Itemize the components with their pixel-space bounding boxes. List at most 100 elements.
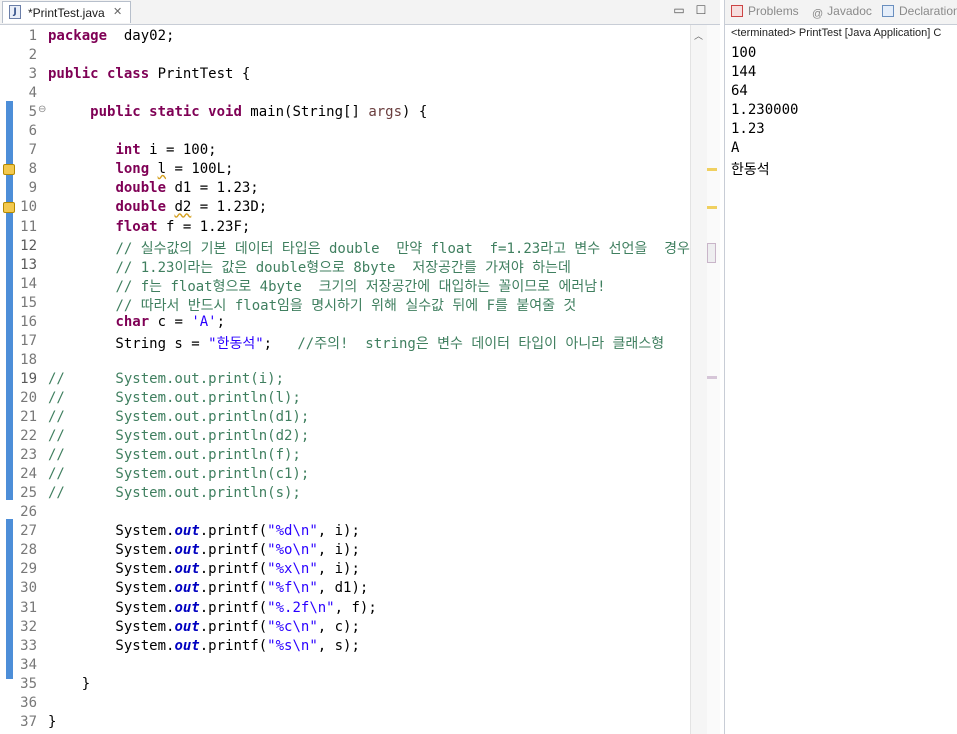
console-output-line: 1.230000 bbox=[731, 102, 799, 118]
code-token: day02; bbox=[107, 28, 175, 44]
tab-javadoc[interactable]: @ Javadoc bbox=[812, 4, 872, 20]
code-line[interactable]: 15 // 따라서 반드시 float임을 명시하기 위해 실수값 뒤에 F를 … bbox=[0, 294, 690, 314]
vertical-scrollbar[interactable]: ︿ bbox=[690, 25, 708, 734]
code-line[interactable]: 11 float f = 1.23F; bbox=[0, 218, 690, 237]
tab-declaration[interactable]: Declaration bbox=[882, 4, 957, 18]
console-status: <terminated> PrintTest [Java Application… bbox=[731, 27, 942, 39]
code-line[interactable]: 20 // System.out.println(l); bbox=[0, 389, 690, 408]
code-line[interactable]: 21 // System.out.println(d1); bbox=[0, 408, 690, 427]
code-token: } bbox=[48, 675, 91, 692]
code-line[interactable]: 17 String s = "한동석"; //주의! string은 변수 데이… bbox=[0, 332, 690, 352]
code-token: .printf( bbox=[199, 618, 268, 635]
code-line[interactable]: 1 package day02; bbox=[0, 27, 690, 46]
code-token: = 1.23D; bbox=[191, 199, 268, 216]
code-token: .printf( bbox=[199, 523, 268, 540]
code-text: double d1 = 1.23; bbox=[48, 180, 258, 196]
warning-icon[interactable] bbox=[3, 202, 15, 214]
code-line[interactable]: 16 char c = 'A'; bbox=[0, 313, 690, 332]
code-text: long l = 100L; bbox=[48, 161, 233, 177]
code-token: System. bbox=[48, 580, 175, 597]
code-token: // System.out.println(d2); bbox=[48, 428, 310, 445]
line-number: 34 bbox=[20, 656, 37, 673]
code-text: public static void main(String[] args) { bbox=[48, 104, 427, 120]
line-number: 8 bbox=[28, 161, 37, 178]
warning-marker[interactable] bbox=[707, 206, 717, 209]
code-line[interactable]: 14 // f는 float형으로 4byte 크기의 저장공간에 대입하는 꼴… bbox=[0, 275, 690, 295]
maximize-icon[interactable]: ☐ bbox=[694, 3, 708, 17]
code-line[interactable]: 9 double d1 = 1.23; bbox=[0, 179, 690, 198]
code-token: System. bbox=[48, 542, 175, 559]
code-token: , d1); bbox=[317, 580, 369, 597]
code-text: System.out.printf("%s\n", s); bbox=[48, 638, 359, 654]
editor-tab-printtest[interactable]: J *PrintTest.java ✕ bbox=[2, 1, 131, 23]
code-line[interactable]: 33 System.out.printf("%s\n", s); bbox=[0, 637, 690, 656]
code-text: // System.out.println(d1); bbox=[48, 409, 309, 425]
code-line[interactable]: 34 bbox=[0, 656, 690, 675]
console-view[interactable]: Problems @ Javadoc Declaration <terminate… bbox=[724, 0, 957, 734]
code-token: // System.out.println(l); bbox=[48, 389, 301, 406]
code-line[interactable]: 35 } bbox=[0, 675, 690, 694]
code-line[interactable]: 29 System.out.printf("%x\n", i); bbox=[0, 560, 690, 579]
warning-icon[interactable] bbox=[3, 164, 15, 176]
code-line[interactable]: 19 // System.out.print(i); bbox=[0, 370, 690, 389]
line-number: 35 bbox=[20, 675, 37, 692]
code-line[interactable]: 24 // System.out.println(c1); bbox=[0, 465, 690, 484]
scroll-up-icon[interactable]: ︿ bbox=[694, 29, 703, 42]
code-line[interactable]: 8 long l = 100L; bbox=[0, 160, 690, 179]
code-line[interactable]: 18 bbox=[0, 351, 690, 370]
code-line[interactable]: 6 bbox=[0, 122, 690, 141]
code-line[interactable]: 25 // System.out.println(s); bbox=[0, 484, 690, 503]
code-line[interactable]: 2 bbox=[0, 46, 690, 65]
editor-tab-label: *PrintTest.java bbox=[28, 6, 105, 20]
code-token: 'A' bbox=[191, 313, 217, 330]
minimize-icon[interactable]: ▭ bbox=[672, 3, 686, 17]
line-number: 23 bbox=[20, 447, 37, 464]
fold-icon[interactable]: ⊖ bbox=[38, 104, 46, 115]
line-number: 25 bbox=[20, 485, 37, 502]
code-token: public class bbox=[48, 66, 150, 83]
code-token: "%.2f\n" bbox=[267, 599, 335, 616]
code-line[interactable]: 13 // 1.23이라는 값은 double형으로 8byte 저장공간를 가… bbox=[0, 256, 690, 277]
code-line[interactable]: 4 bbox=[0, 84, 690, 103]
code-token: "%x\n" bbox=[267, 561, 318, 578]
code-line[interactable]: 32 System.out.printf("%c\n", c); bbox=[0, 618, 690, 637]
code-token: .printf( bbox=[199, 599, 268, 616]
code-text: double d2 = 1.23D; bbox=[48, 199, 267, 215]
code-line[interactable]: 28 System.out.printf("%o\n", i); bbox=[0, 541, 690, 560]
line-number: 24 bbox=[20, 466, 37, 483]
code-line[interactable]: 10 double d2 = 1.23D; bbox=[0, 198, 690, 217]
close-icon[interactable]: ✕ bbox=[113, 5, 122, 18]
code-line[interactable]: 31 System.out.printf("%.2f\n", f); bbox=[0, 599, 690, 618]
code-line[interactable]: 26 bbox=[0, 503, 690, 522]
code-line[interactable]: 36 bbox=[0, 694, 690, 713]
code-editor[interactable]: J *PrintTest.java ✕ ▭ ☐ 1 package day02; 2… bbox=[0, 0, 720, 734]
warning-marker[interactable] bbox=[707, 168, 717, 171]
code-token: , c); bbox=[317, 618, 360, 635]
code-line[interactable]: 7 int i = 100; bbox=[0, 141, 690, 160]
code-token: System. bbox=[48, 561, 175, 578]
code-line[interactable]: 22 // System.out.println(d2); bbox=[0, 427, 690, 446]
code-text: // 1.23이라는 값은 double형으로 8byte 저장공간를 가져야 … bbox=[48, 257, 570, 277]
line-number: 28 bbox=[20, 542, 37, 559]
console-output-line: A bbox=[731, 140, 740, 156]
code-line[interactable]: 5 ⊖ public static void main(String[] args… bbox=[0, 103, 690, 122]
code-line[interactable]: 3 public class PrintTest { bbox=[0, 65, 690, 84]
code-text: System.out.printf("%o\n", i); bbox=[48, 542, 359, 559]
code-token: , i); bbox=[317, 523, 360, 540]
code-line[interactable]: 37} bbox=[0, 713, 690, 732]
tab-problems-label: Problems bbox=[748, 4, 799, 18]
code-token: out bbox=[174, 618, 200, 635]
code-token: .printf( bbox=[199, 542, 268, 559]
line-number: 33 bbox=[20, 637, 37, 654]
code-line[interactable]: 23 // System.out.println(f); bbox=[0, 446, 690, 465]
line-number: 16 bbox=[20, 313, 37, 330]
code-token: System. bbox=[48, 599, 175, 616]
code-line[interactable]: 27 System.out.printf("%d\n", i); bbox=[0, 522, 690, 541]
code-line[interactable]: 12 // 실수값의 기본 데이터 타입은 double 만약 float f=… bbox=[0, 237, 690, 257]
code-line[interactable]: 30 System.out.printf("%f\n", d1); bbox=[0, 579, 690, 598]
tab-problems[interactable]: Problems bbox=[731, 4, 799, 18]
code-token: args bbox=[368, 104, 403, 121]
code-token: i = 100; bbox=[140, 142, 217, 159]
console-output-line: 1.23 bbox=[731, 121, 765, 137]
